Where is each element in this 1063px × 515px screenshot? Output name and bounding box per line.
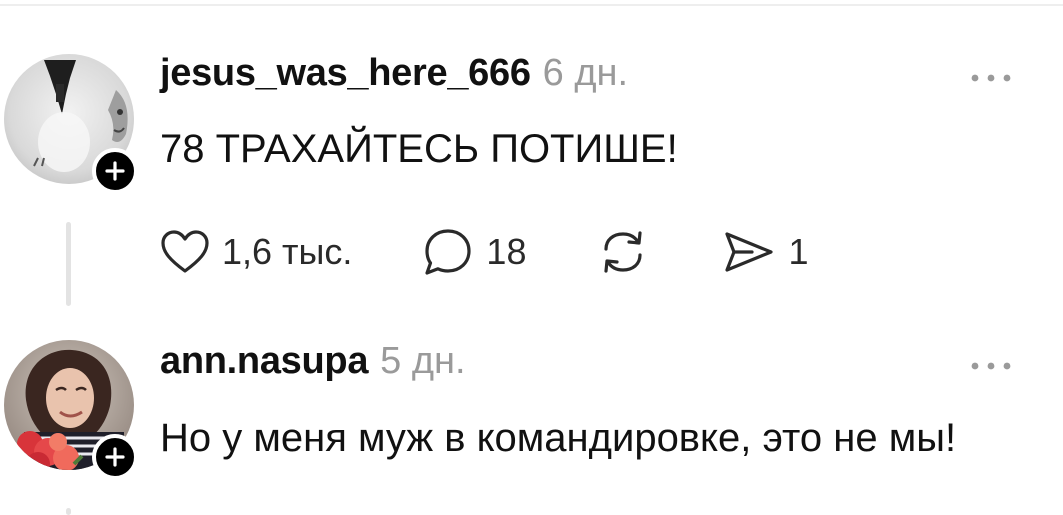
comment-item: ann.nasupa 5 дн. Но у меня муж в команди… xyxy=(0,0,1063,515)
comment-text: Но у меня муж в командировке, это не мы! xyxy=(160,416,957,460)
follow-button[interactable] xyxy=(92,434,138,480)
plus-icon xyxy=(105,447,125,467)
avatar-container[interactable] xyxy=(4,340,138,480)
comment-header: ann.nasupa 5 дн. xyxy=(160,340,466,383)
timestamp: 5 дн. xyxy=(380,340,466,382)
username[interactable]: ann.nasupa xyxy=(160,340,368,383)
more-horizontal-icon[interactable] xyxy=(966,358,1016,374)
